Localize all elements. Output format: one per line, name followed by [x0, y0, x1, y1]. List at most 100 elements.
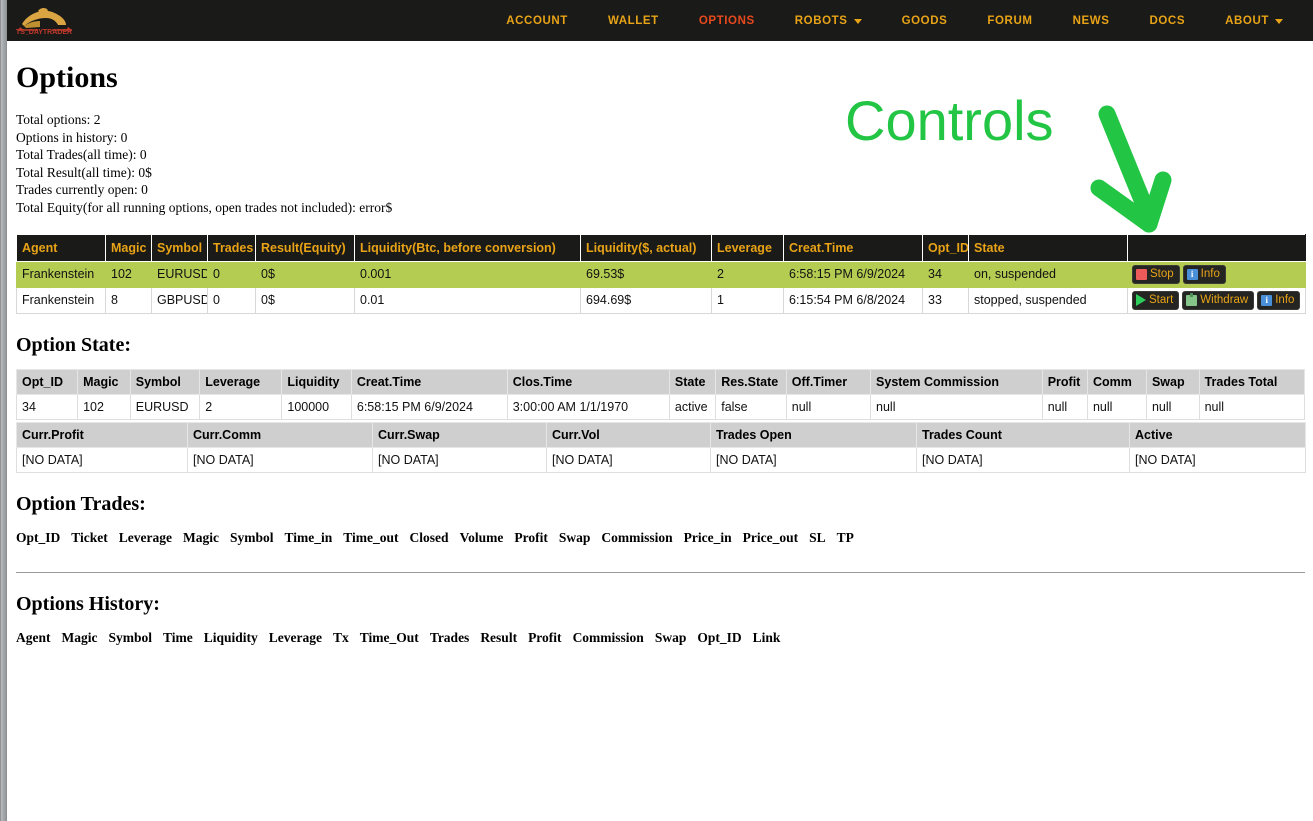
col-swap: Swap [558, 529, 591, 545]
col-magic[interactable]: Magic [105, 233, 152, 262]
col-profit: Profit [514, 529, 548, 545]
col-magic: Magic [77, 368, 131, 395]
col-liquidity-usd[interactable]: Liquidity($, actual) [580, 233, 712, 262]
nav-link-account[interactable]: ACCOUNT [486, 15, 588, 27]
col-time-in: Time_in [284, 529, 333, 545]
cell-symbol: GBPUSD [151, 286, 208, 314]
col-agent[interactable]: Agent [16, 233, 106, 262]
col-leverage[interactable]: Leverage [711, 233, 784, 262]
col-opt-id: Opt_ID [16, 529, 61, 545]
col-active: Active [1129, 421, 1306, 448]
col-link: Link [752, 629, 781, 645]
nav-label: ACCOUNT [506, 14, 568, 27]
col-swap: Swap [1145, 368, 1200, 395]
button-label: Info [1275, 293, 1295, 306]
cell-result: 0$ [255, 286, 355, 314]
col-tp: TP [836, 529, 854, 545]
nav-link-news[interactable]: NEWS [1053, 15, 1130, 27]
val-leverage: 2 [199, 393, 283, 420]
col-magic: Magic [183, 529, 219, 545]
cell-magic: 8 [105, 286, 152, 314]
val-opt-id: 34 [15, 393, 79, 420]
nav-link-options[interactable]: OPTIONS [679, 15, 775, 27]
options-history-title: Options History: [16, 592, 160, 615]
col-leverage: Leverage [199, 368, 283, 395]
val-symbol: EURUSD [129, 393, 201, 420]
option-state-table-secondary: Curr.Profit Curr.Comm Curr.Swap Curr.Vol… [16, 421, 1306, 473]
nav-link-goods[interactable]: GOODS [882, 15, 968, 27]
nav-label: WALLET [607, 14, 659, 27]
option-trades-header-row: Opt_ID Ticket Leverage Magic Symbol Time… [16, 530, 1313, 546]
nav-link-robots[interactable]: ROBOTS [775, 15, 882, 27]
stop-button[interactable]: Stop [1132, 264, 1180, 284]
cell-creat-time: 6:15:54 PM 6/8/2024 [783, 286, 923, 314]
stat-total-options: Total options: 2 [16, 112, 101, 127]
nav-label: DOCS [1149, 14, 1186, 27]
cell-liquidity-btc: 0.01 [354, 286, 581, 314]
val-trades-open: [NO DATA] [710, 446, 917, 473]
option-state-header-row: Opt_ID Magic Symbol Leverage Liquidity C… [15, 368, 1306, 395]
col-curr-vol: Curr.Vol [546, 421, 711, 448]
col-time: Time [163, 629, 193, 645]
col-result-equity[interactable]: Result(Equity) [255, 233, 355, 262]
col-state[interactable]: State [968, 233, 1128, 262]
nav-label: OPTIONS [698, 14, 755, 27]
col-creat-time: Creat.Time [350, 368, 508, 395]
table-row[interactable]: Frankenstein 102 EURUSD 0 0$ 0.001 69.53… [16, 260, 1306, 288]
col-liquidity-btc[interactable]: Liquidity(Btc, before conversion) [354, 233, 581, 262]
col-sl: SL [809, 529, 826, 545]
options-table: Agent Magic Symbol Trades Result(Equity)… [16, 233, 1306, 314]
col-profit: Profit [1041, 368, 1088, 395]
info-button[interactable]: i Info [1182, 264, 1226, 284]
val-system-commission: null [870, 393, 1043, 420]
withdraw-button[interactable]: Withdraw [1182, 290, 1255, 310]
button-label: Info [1200, 267, 1220, 280]
chevron-down-icon [1275, 19, 1283, 24]
start-button[interactable]: Start [1132, 290, 1180, 310]
val-trades-count: [NO DATA] [916, 446, 1130, 473]
col-symbol[interactable]: Symbol [151, 233, 208, 262]
nav-link-forum[interactable]: FORUM [967, 15, 1052, 27]
col-state: State [668, 368, 717, 395]
val-profit: null [1041, 393, 1088, 420]
nav-link-wallet[interactable]: WALLET [588, 15, 679, 27]
val-liquidity: 100000 [281, 393, 352, 420]
col-creat-time[interactable]: Creat.Time [783, 233, 923, 262]
col-opt-id: Opt_ID [697, 629, 742, 645]
val-magic: 102 [77, 393, 131, 420]
nav-link-about[interactable]: ABOUT [1205, 15, 1303, 27]
col-curr-profit: Curr.Profit [16, 421, 188, 448]
row-action-buttons: Start Withdraw i Info [1132, 290, 1301, 310]
nav-link-docs[interactable]: DOCS [1129, 15, 1205, 27]
col-leverage: Leverage [268, 629, 323, 645]
table-row[interactable]: Frankenstein 8 GBPUSD 0 0$ 0.01 694.69$ … [16, 286, 1306, 314]
left-scroll-strip[interactable] [0, 0, 7, 821]
top-navigation-bar: TS_DAYTRADER ACCOUNT WALLET OPTIONS ROBO… [0, 0, 1313, 41]
cell-magic: 102 [105, 260, 152, 288]
val-res-state: false [715, 393, 787, 420]
col-trades[interactable]: Trades [207, 233, 256, 262]
section-divider [16, 571, 1305, 573]
play-icon [1136, 294, 1146, 307]
val-curr-profit: [NO DATA] [16, 446, 188, 473]
col-volume: Volume [459, 529, 504, 545]
options-table-header-row: Agent Magic Symbol Trades Result(Equity)… [16, 233, 1306, 262]
site-logo[interactable]: TS_DAYTRADER [8, 3, 80, 38]
withdraw-icon [1186, 292, 1198, 306]
val-creat-time: 6:58:15 PM 6/9/2024 [350, 393, 508, 420]
val-curr-vol: [NO DATA] [546, 446, 711, 473]
info-button[interactable]: i Info [1257, 290, 1301, 310]
col-leverage: Leverage [118, 529, 172, 545]
col-trades-total: Trades Total [1198, 368, 1306, 395]
stat-options-in-history: Options in history: 0 [16, 129, 128, 145]
col-trades: Trades [429, 629, 470, 645]
info-icon: i [1261, 294, 1273, 306]
col-opt-id[interactable]: Opt_ID [922, 233, 969, 262]
col-curr-swap: Curr.Swap [372, 421, 547, 448]
svg-text:TS_DAYTRADER: TS_DAYTRADER [16, 29, 72, 36]
options-history-header-row: Agent Magic Symbol Time Liquidity Levera… [16, 630, 1313, 646]
cell-result: 0$ [255, 260, 355, 288]
col-res-state: Res.State [715, 368, 787, 395]
cell-creat-time: 6:58:15 PM 6/9/2024 [783, 260, 923, 288]
left-scroll-thumb[interactable] [1, 0, 6, 821]
